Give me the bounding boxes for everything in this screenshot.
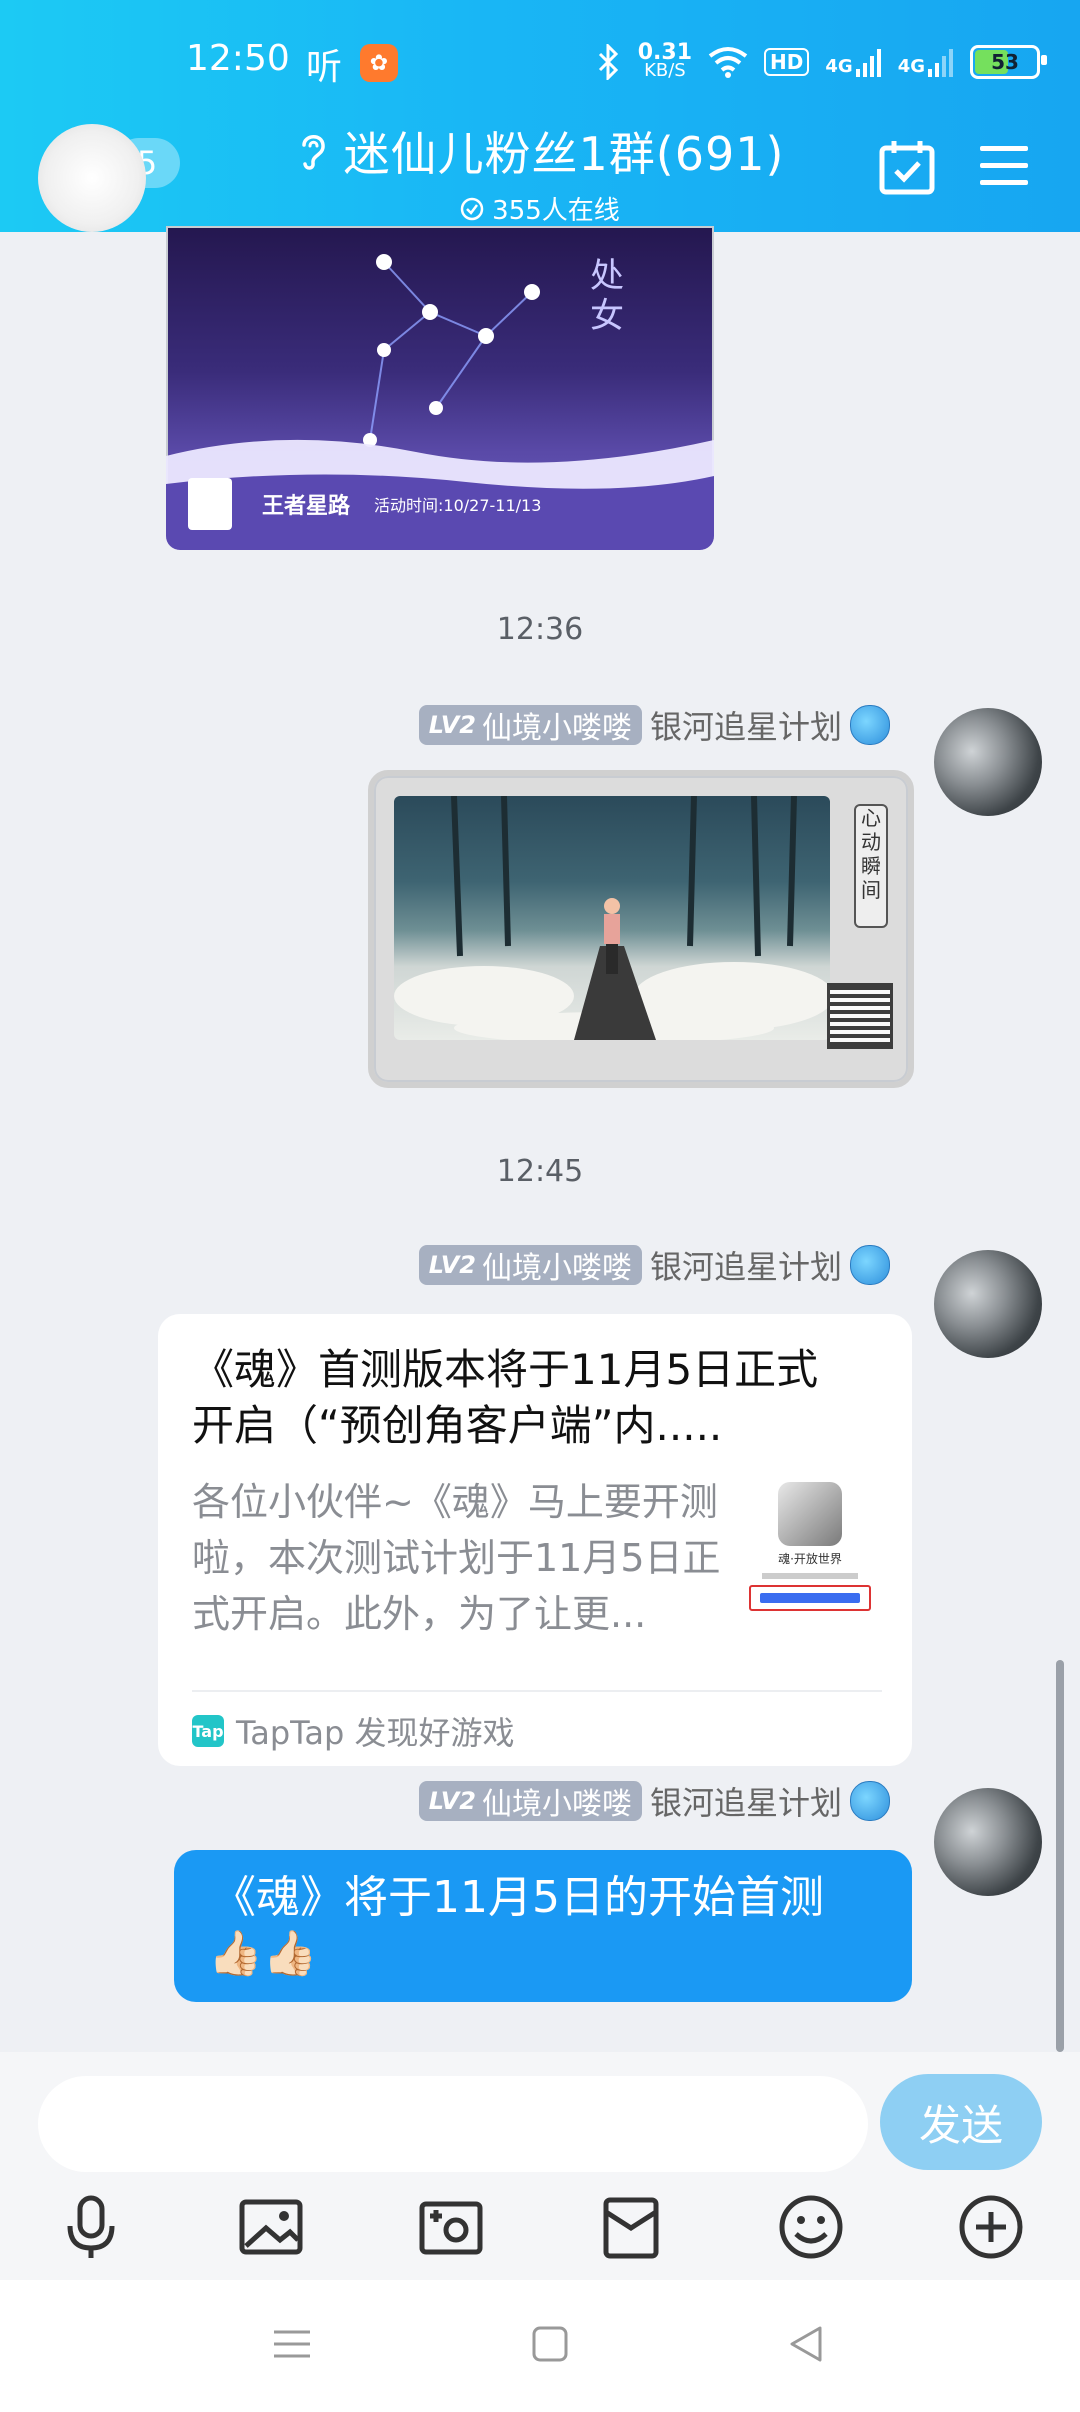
online-check-icon (460, 197, 484, 220)
image-thumb-icon (188, 478, 232, 530)
camera-icon[interactable] (416, 2192, 486, 2262)
link-source: Tap TapTap 发现好游戏 (192, 1714, 515, 1752)
bluetooth-icon (598, 44, 618, 80)
game-logo-icon (778, 1482, 842, 1546)
image-vertical-text: 处女 (590, 256, 624, 336)
avatar[interactable] (934, 1788, 1042, 1896)
thumb-caption: 魂·开放世界 (778, 1552, 842, 1566)
chat-title: 迷仙儿粉丝1群(691) (343, 127, 785, 181)
link-card[interactable]: 《魂》首测版本将于11月5日正式 开启（“预创角客户端”内..... 各位小伙伴… (158, 1314, 912, 1766)
game-scene-graphic (394, 795, 834, 1044)
home-icon[interactable] (530, 2324, 570, 2364)
avatar[interactable] (934, 1250, 1042, 1358)
globe-icon (850, 1781, 890, 1821)
link-desc-line3: 式开启。此外，为了让更... (192, 1592, 647, 1636)
ear-icon (301, 135, 325, 170)
status-time: 12:50 (186, 38, 290, 79)
back-nav-icon[interactable] (786, 2324, 826, 2364)
link-desc-line2: 啦，本次测试计划于11月5日正 (192, 1536, 721, 1580)
network-speed: 0.31 KB/S (637, 40, 693, 81)
sender-title: 银河追星计划 (649, 1248, 842, 1286)
avatar[interactable] (934, 708, 1042, 816)
plus-icon[interactable] (956, 2192, 1026, 2262)
image-caption-main: 王者星路 (262, 494, 351, 519)
link-desc-line1: 各位小伙伴~《魂》马上要开测 (192, 1480, 718, 1524)
taptap-icon: Tap (192, 1715, 224, 1747)
scrollbar[interactable] (1056, 1660, 1064, 2052)
game-side-label: 心动瞬间 (854, 804, 888, 928)
thumb-button (749, 1585, 871, 1611)
sender-info: LV2 仙境小喽喽 银河追星计划 (418, 702, 890, 748)
wifi-icon (708, 47, 748, 78)
timestamp: 12:45 (496, 1154, 584, 1189)
image-message[interactable]: 处女 王者星路 活动时间:10/27-11/13 (166, 226, 714, 550)
message-list[interactable]: 处女 王者星路 活动时间:10/27-11/13 12:36 LV2 仙境小喽喽 … (0, 124, 1080, 2052)
globe-icon (850, 1245, 890, 1285)
avatar[interactable] (38, 124, 146, 232)
level-badge: LV2 仙境小喽喽 (418, 1245, 642, 1286)
microphone-icon[interactable] (56, 2192, 126, 2262)
online-count: 355人在线 (492, 196, 620, 226)
text-message-bubble[interactable]: 《魂》将于11月5日的开始首测 👍🏻👍🏻 (174, 1850, 912, 2002)
game-scene (394, 795, 834, 1044)
level-badge: LV2 仙境小喽喽 (418, 705, 642, 746)
notification-app-icon: ✿ (360, 44, 398, 82)
image-icon[interactable] (236, 2192, 306, 2262)
image-message[interactable]: 心动瞬间 (368, 770, 914, 1088)
sender-title: 银河追星计划 (649, 708, 842, 746)
globe-icon (850, 705, 890, 745)
hd-icon: HD (764, 48, 810, 76)
recent-apps-icon[interactable] (272, 2324, 312, 2364)
status-ting-icon: 听 (306, 47, 343, 88)
calendar-check-icon[interactable] (878, 138, 936, 196)
level-badge: LV2 仙境小喽喽 (418, 1781, 642, 1822)
emoji-icon[interactable] (776, 2192, 846, 2262)
sender-info: LV2 仙境小喽喽 银河追星计划 (418, 1242, 890, 1288)
red-packet-icon[interactable] (596, 2192, 666, 2262)
status-indicators: 0.31 KB/S HD 4G 4G 53 (596, 40, 1047, 82)
signal-4g-2: 4G (898, 47, 954, 77)
image-caption-sub: 活动时间:10/27-11/13 (374, 496, 542, 515)
chat-header: 12:50 听 ✿ 0.31 KB/S HD 4G 4G 53 5 迷仙儿粉丝1… (0, 0, 1080, 232)
system-nav-bar (0, 2280, 1080, 2412)
input-area: 发送 (0, 2052, 1080, 2280)
message-text-line1: 《魂》将于11月5日的开始首测 (212, 1872, 824, 1923)
menu-icon[interactable] (978, 140, 1030, 192)
send-button[interactable]: 发送 (880, 2074, 1042, 2170)
link-thumbnail: 魂·开放世界 (742, 1474, 878, 1624)
qr-code-icon (827, 983, 893, 1049)
chat-title-area[interactable]: 迷仙儿粉丝1群(691) 355人在线 (270, 118, 810, 227)
message-input[interactable] (38, 2076, 868, 2172)
timestamp: 12:36 (496, 612, 584, 647)
battery-indicator: 53 (970, 45, 1047, 79)
message-text-line2: 👍🏻👍🏻 (208, 1928, 318, 1979)
signal-4g-1: 4G (825, 47, 881, 77)
sender-title: 银河追星计划 (649, 1784, 842, 1822)
link-title-line2: 开启（“预创角客户端”内..... (192, 1401, 723, 1450)
link-title-line1: 《魂》首测版本将于11月5日正式 (192, 1345, 819, 1394)
sender-info: LV2 仙境小喽喽 银河追星计划 (418, 1778, 890, 1824)
